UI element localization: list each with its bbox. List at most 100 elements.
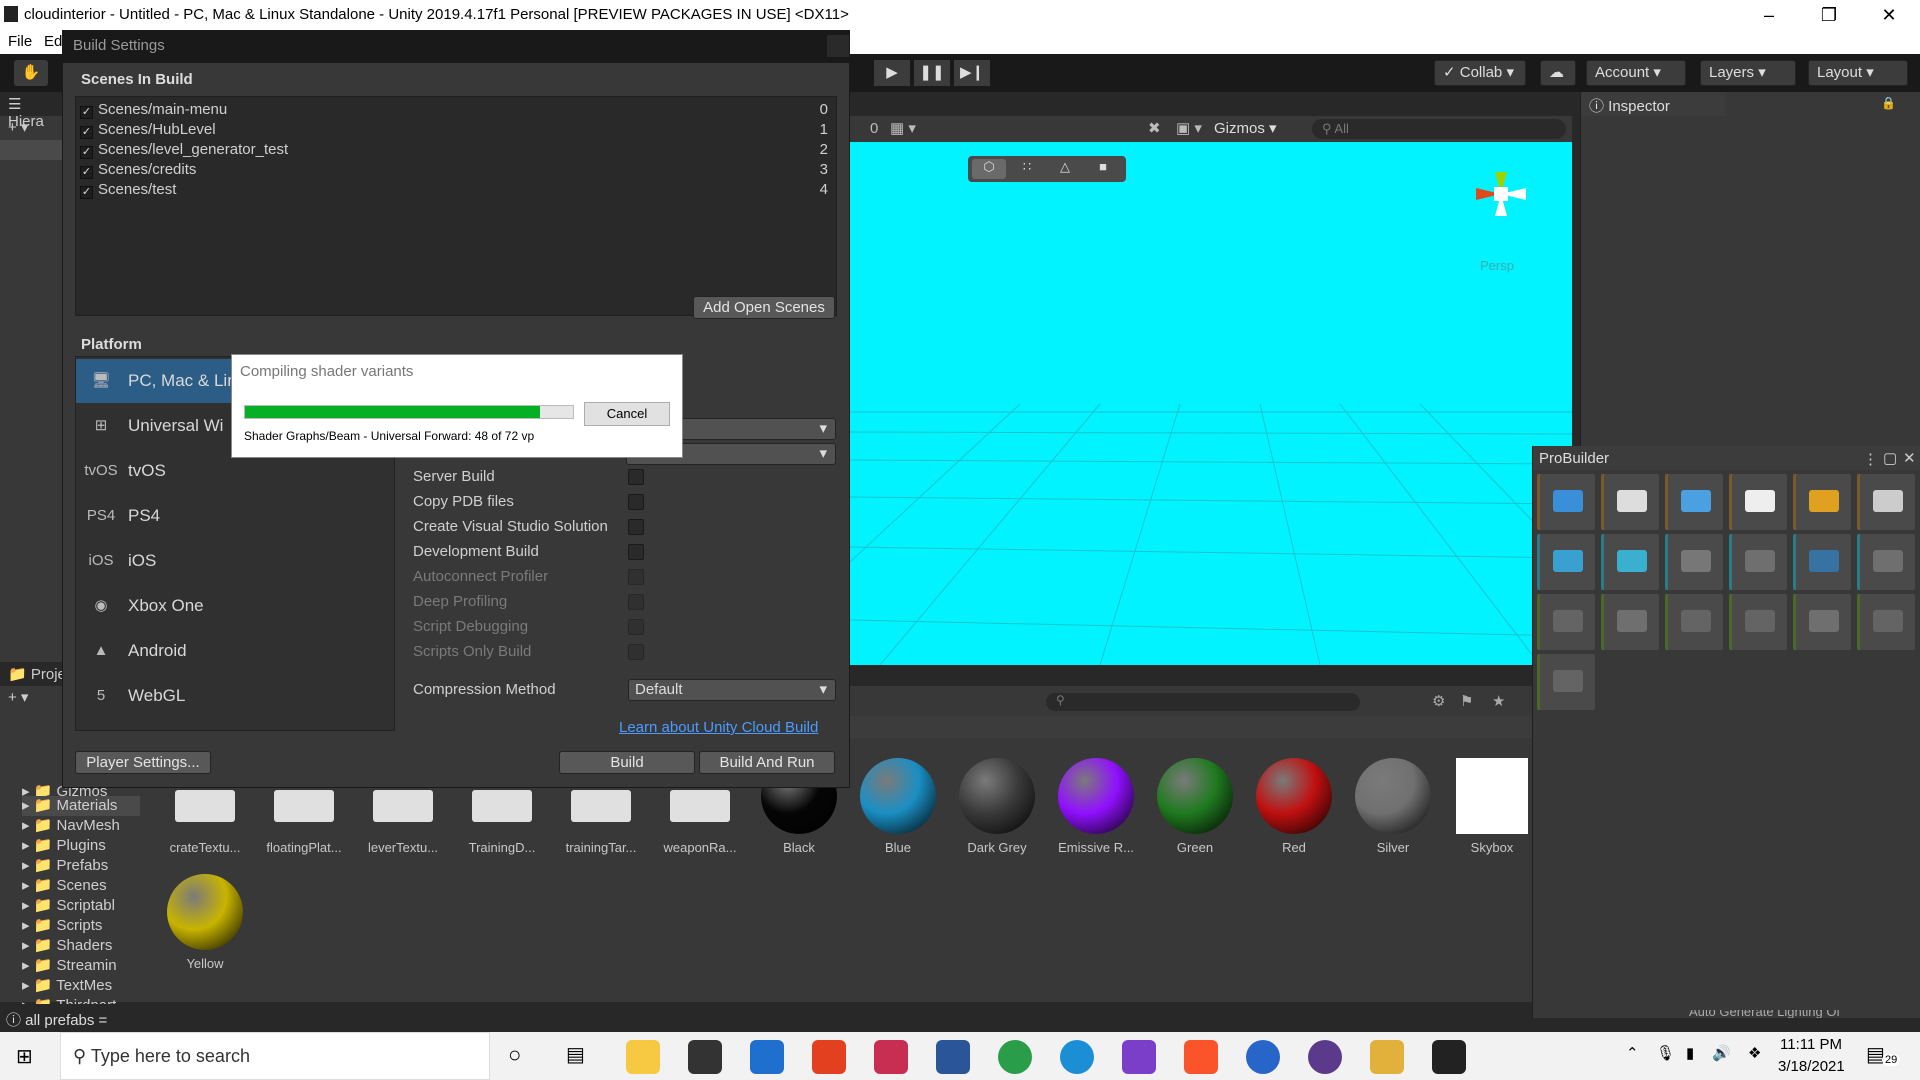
mail-icon[interactable]	[750, 1040, 784, 1074]
probuilder-tool-icon[interactable]	[1665, 474, 1723, 530]
build-and-run-button[interactable]: Build And Run	[699, 751, 835, 774]
build-option-checkbox[interactable]	[628, 494, 644, 510]
build-button[interactable]: Build	[559, 751, 695, 774]
visual-studio-icon[interactable]	[1122, 1040, 1156, 1074]
platform-item[interactable]: ◉ Xbox One	[76, 584, 394, 628]
material-asset[interactable]: Yellow	[160, 874, 250, 971]
probuilder-tool-icon[interactable]	[1601, 594, 1659, 650]
panel-menu-icon[interactable]: ⋮	[1863, 450, 1878, 468]
word-icon[interactable]	[936, 1040, 970, 1074]
pause-button[interactable]: ❚❚	[914, 60, 950, 86]
layers-dropdown[interactable]: Layers ▾	[1700, 60, 1796, 86]
hierarchy-tab[interactable]: ☰ Hiera	[0, 92, 62, 130]
panel-maximize-icon[interactable]: ▢	[1883, 449, 1897, 467]
cloud-build-link[interactable]: Learn about Unity Cloud Build	[619, 719, 818, 736]
hierarchy-row[interactable]	[0, 140, 62, 160]
clock-date[interactable]: 3/18/2021	[1778, 1058, 1845, 1075]
favorite-icon[interactable]: ★	[1492, 692, 1505, 710]
probuilder-tool-icon[interactable]	[1857, 594, 1915, 650]
material-asset[interactable]: Emissive R...	[1051, 758, 1141, 855]
tray-chevron-icon[interactable]: ⌃	[1626, 1044, 1639, 1062]
chrome-icon[interactable]	[998, 1040, 1032, 1074]
player-settings-button[interactable]: Player Settings...	[75, 751, 211, 774]
cloud-button[interactable]: ☁	[1540, 60, 1576, 86]
material-asset[interactable]: Red	[1249, 758, 1339, 855]
compression-dropdown[interactable]: Default ▾	[628, 679, 836, 701]
slack-icon[interactable]	[1370, 1040, 1404, 1074]
scene-row[interactable]: ✓ Scenes/test 4	[80, 181, 832, 201]
dropbox-icon[interactable]: ❖	[1748, 1044, 1761, 1062]
edge-mode-icon[interactable]: △	[1048, 159, 1082, 179]
grid-icon[interactable]: ▦ ▾	[890, 119, 916, 137]
probuilder-tool-icon[interactable]	[1665, 534, 1723, 590]
probuilder-tool-icon[interactable]	[1665, 594, 1723, 650]
dialog-close-button[interactable]	[827, 35, 849, 57]
probuilder-tool-icon[interactable]	[1601, 534, 1659, 590]
office-icon[interactable]	[812, 1040, 846, 1074]
probuilder-tool-icon[interactable]	[1601, 474, 1659, 530]
filter-label-icon[interactable]: ⚑	[1460, 692, 1473, 710]
volume-icon[interactable]: 🔊	[1712, 1044, 1731, 1062]
scene-view[interactable]: ⬡ ∷ △ ■ Persp	[850, 142, 1572, 665]
scene-row[interactable]: ✓ Scenes/level_generator_test 2	[80, 141, 832, 161]
add-open-scenes-button[interactable]: Add Open Scenes	[693, 296, 835, 319]
face-mode-icon[interactable]: ■	[1086, 159, 1120, 179]
build-option-checkbox[interactable]	[628, 469, 644, 485]
material-asset[interactable]: Blue	[853, 758, 943, 855]
maximize-icon[interactable]: ❐	[1800, 0, 1858, 30]
build-option-checkbox[interactable]	[628, 519, 644, 535]
edge-icon[interactable]	[1060, 1040, 1094, 1074]
material-asset[interactable]: Green	[1150, 758, 1240, 855]
minimize-icon[interactable]: –	[1740, 0, 1798, 30]
probuilder-tool-icon[interactable]	[1537, 654, 1595, 710]
build-option-checkbox[interactable]	[628, 544, 644, 560]
scene-checkbox[interactable]: ✓	[80, 106, 93, 119]
progress-cancel-button[interactable]: Cancel	[584, 402, 670, 426]
lock-icon[interactable]: 🔒	[1881, 96, 1896, 110]
probuilder-tool-icon[interactable]	[1537, 534, 1595, 590]
clock-time[interactable]: 11:11 PM	[1780, 1036, 1842, 1053]
scene-checkbox[interactable]: ✓	[80, 166, 93, 179]
step-button[interactable]: ▶❙	[954, 60, 990, 86]
probuilder-tool-icon[interactable]	[1729, 534, 1787, 590]
camera-icon[interactable]: ▣ ▾	[1176, 119, 1202, 137]
mic-icon[interactable]: 🎙	[1656, 1044, 1675, 1062]
task-view-icon[interactable]: ▤	[566, 1042, 585, 1067]
probuilder-tool-icon[interactable]	[1537, 594, 1595, 650]
probuilder-tool-icon[interactable]	[1857, 474, 1915, 530]
gizmos-dropdown[interactable]: Gizmos ▾	[1214, 119, 1277, 137]
probuilder-tool-icon[interactable]	[1793, 594, 1851, 650]
platform-item[interactable]: ▲ Android	[76, 629, 394, 673]
cortana-icon[interactable]: ○	[508, 1042, 521, 1068]
material-asset[interactable]: Skybox	[1447, 758, 1537, 855]
probuilder-tool-icon[interactable]	[1537, 474, 1595, 530]
menu-file[interactable]: File	[8, 33, 32, 50]
probuilder-tool-icon[interactable]	[1729, 594, 1787, 650]
probuilder-tool-icon[interactable]	[1857, 534, 1915, 590]
scene-checkbox[interactable]: ✓	[80, 126, 93, 139]
filter-type-icon[interactable]: ⚙	[1432, 692, 1445, 710]
probuilder-tool-icon[interactable]	[1793, 534, 1851, 590]
windows-start-icon[interactable]: ⊞	[16, 1044, 33, 1069]
platform-item[interactable]: PS4 PS4	[76, 494, 394, 538]
tools-icon[interactable]: ✖	[1148, 119, 1161, 137]
material-asset[interactable]: Silver	[1348, 758, 1438, 855]
panel-close-icon[interactable]: ✕	[1903, 449, 1916, 467]
brave-icon[interactable]	[1184, 1040, 1218, 1074]
vertex-mode-icon[interactable]: ∷	[1010, 159, 1044, 179]
store-icon[interactable]	[688, 1040, 722, 1074]
battery-icon[interactable]: ▮	[1686, 1044, 1694, 1062]
object-mode-icon[interactable]: ⬡	[972, 159, 1006, 179]
asset-search-input[interactable]: ⚲	[1046, 693, 1360, 711]
scene-search-input[interactable]: ⚲ All	[1312, 119, 1566, 139]
unity-icon[interactable]	[1432, 1040, 1466, 1074]
github-icon[interactable]	[1308, 1040, 1342, 1074]
taskbar-search-input[interactable]: ⚲ Type here to search	[60, 1032, 490, 1080]
inspector-tab[interactable]: ⓘ Inspector	[1581, 92, 1725, 116]
layout-dropdown[interactable]: Layout ▾	[1808, 60, 1908, 86]
account-dropdown[interactable]: Account ▾	[1586, 60, 1686, 86]
platform-item[interactable]: iOS iOS	[76, 539, 394, 583]
file-explorer-icon[interactable]	[626, 1040, 660, 1074]
scene-checkbox[interactable]: ✓	[80, 146, 93, 159]
play-button[interactable]: ▶	[874, 60, 910, 86]
